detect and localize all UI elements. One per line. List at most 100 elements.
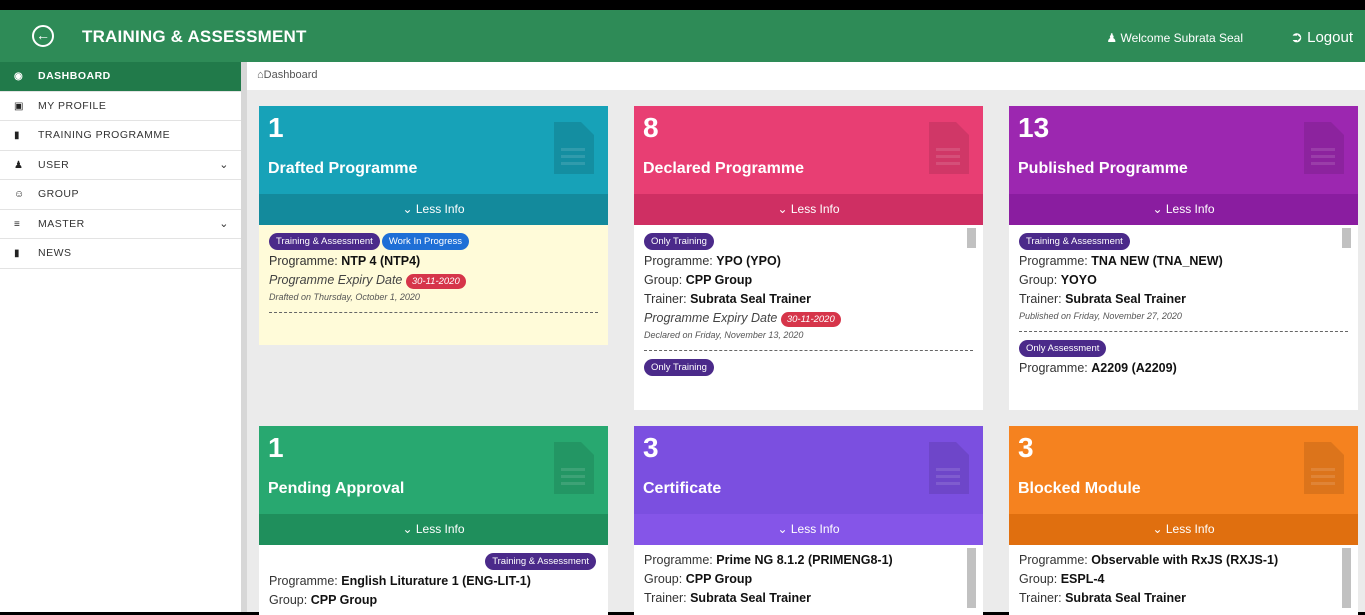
card-count: 13 (1018, 112, 1050, 143)
expiry-label: Programme Expiry Date (644, 311, 778, 325)
group-value: CPP Group (685, 273, 753, 287)
sidebar-item-label: MASTER (38, 217, 85, 230)
group-key: Group: (269, 593, 308, 607)
card-title: Blocked Module (1018, 480, 1141, 497)
less-info-button[interactable]: ⌄ Less Info (259, 514, 608, 545)
trainer-key: Trainer: (644, 292, 687, 306)
trainer-line: Trainer: Subrata Seal Trainer (644, 591, 973, 605)
chevron-down-icon: ⌄ (219, 158, 229, 171)
logout-button[interactable]: ➲ Logout (1290, 28, 1353, 46)
group-value: CPP Group (310, 593, 378, 607)
document-icon (1304, 122, 1344, 174)
trainer-line: Trainer: Subrata Seal Trainer (1019, 292, 1348, 306)
card-header: 3 Blocked Module (1009, 426, 1358, 514)
sidebar-item-label: TRAINING PROGRAMME (38, 129, 171, 141)
logout-label: Logout (1307, 29, 1353, 46)
scrollbar[interactable] (1342, 548, 1351, 608)
less-info-label: Less Info (415, 202, 465, 216)
user-icon: ♟ (1106, 31, 1121, 45)
scrollbar[interactable] (967, 548, 976, 608)
trainer-key: Trainer: (1019, 292, 1062, 306)
status-badge: Work In Progress (381, 233, 470, 250)
sidebar-item-training-programme[interactable]: ▮ TRAINING PROGRAMME (0, 121, 241, 151)
programme-line: Programme: Observable with RxJS (RXJS-1) (1019, 553, 1348, 567)
group-key: Group: (644, 273, 683, 287)
document-icon (929, 442, 969, 494)
back-circle-icon[interactable]: ← (32, 25, 54, 47)
scrollbar[interactable] (1342, 228, 1351, 248)
programme-key: Programme: (644, 254, 713, 268)
breadcrumb-dashboard[interactable]: Dashboard (264, 69, 318, 81)
card-declared-programme: 8 Declared Programme ⌄ Less Info Only Tr… (634, 106, 983, 410)
main-content: ⌂Dashboard 1 Drafted Programme ⌄ Less In… (247, 62, 1365, 615)
scrollbar[interactable] (967, 228, 976, 248)
expiry-date-badge: 30-11-2020 (780, 312, 841, 327)
card-header: 1 Pending Approval (259, 426, 608, 514)
programme-key: Programme: (269, 254, 338, 268)
programme-value: Prime NG 8.1.2 (PRIMENG8-1) (716, 553, 893, 567)
programme-line: Programme: Prime NG 8.1.2 (PRIMENG8-1) (644, 553, 973, 567)
trainer-key: Trainer: (644, 591, 687, 605)
group-key: Group: (644, 572, 683, 586)
divider (644, 350, 973, 351)
card-header: 1 Drafted Programme (259, 106, 608, 194)
group-line: Group: CPP Group (644, 273, 973, 287)
trainer-value: Subrata Seal Trainer (1065, 591, 1186, 605)
briefcase-icon: ▣ (14, 100, 24, 112)
drafted-note: Drafted on Thursday, October 1, 2020 (269, 292, 420, 302)
card-body: Only Training Programme: YPO (YPO) Group… (634, 225, 983, 410)
card-count: 8 (643, 112, 659, 143)
card-header: 8 Declared Programme (634, 106, 983, 194)
type-badge: Training & Assessment (269, 233, 380, 250)
group-line: Group: CPP Group (644, 572, 973, 586)
sidebar-item-news[interactable]: ▮ NEWS (0, 239, 241, 269)
sidebar-item-dashboard[interactable]: ◉ DASHBOARD (0, 62, 241, 92)
less-info-button[interactable]: ⌄ Less Info (259, 194, 608, 225)
programme-value: YPO (YPO) (716, 254, 781, 268)
programme-value: TNA NEW (TNA_NEW) (1091, 254, 1223, 268)
card-body: Training & Assessment Programme: English… (259, 545, 608, 615)
sidebar-item-master[interactable]: ≡ MASTER ⌄ (0, 210, 241, 239)
card-body: Programme: Observable with RxJS (RXJS-1)… (1009, 545, 1358, 615)
file-icon: ▮ (14, 248, 21, 259)
programme-key: Programme: (269, 574, 338, 588)
sidebar-item-user[interactable]: ♟ USER ⌄ (0, 151, 241, 180)
trainer-value: Subrata Seal Trainer (690, 292, 811, 306)
card-certificate: 3 Certificate ⌄ Less Info Programme: Pri… (634, 426, 983, 615)
less-info-button[interactable]: ⌄ Less Info (1009, 194, 1358, 225)
less-info-label: Less Info (415, 522, 465, 536)
card-header: 13 Published Programme (1009, 106, 1358, 194)
sidebar-item-my-profile[interactable]: ▣ MY PROFILE (0, 92, 241, 121)
less-info-button[interactable]: ⌄ Less Info (634, 194, 983, 225)
type-badge: Only Assessment (1019, 340, 1107, 357)
top-bar: ← TRAINING & ASSESSMENT ♟ Welcome Subrat… (0, 10, 1365, 62)
divider (1019, 331, 1348, 332)
card-title: Drafted Programme (268, 160, 418, 177)
divider (269, 312, 598, 313)
less-info-button[interactable]: ⌄ Less Info (634, 514, 983, 545)
trainer-value: Subrata Seal Trainer (1065, 292, 1186, 306)
less-info-button[interactable]: ⌄ Less Info (1009, 514, 1358, 545)
chevron-down-icon: ⌄ (402, 202, 416, 216)
group-key: Group: (1019, 273, 1058, 287)
programme-key: Programme: (644, 553, 713, 567)
card-blocked-module: 3 Blocked Module ⌄ Less Info Programme: … (1009, 426, 1358, 615)
breadcrumb: ⌂Dashboard (247, 62, 1365, 90)
card-published-programme: 13 Published Programme ⌄ Less Info Train… (1009, 106, 1358, 410)
programme-key: Programme: (1019, 254, 1088, 268)
group-icon: ☺ (14, 189, 25, 200)
chevron-down-icon: ⌄ (219, 217, 229, 230)
type-badge: Only Training (644, 359, 714, 376)
programme-value: A2209 (A2209) (1091, 361, 1177, 375)
file-icon: ▮ (14, 130, 21, 141)
list-icon: ≡ (14, 218, 21, 230)
card-count: 3 (643, 432, 659, 463)
less-info-label: Less Info (1165, 202, 1215, 216)
trainer-line: Trainer: Subrata Seal Trainer (1019, 591, 1348, 605)
programme-line: Programme: YPO (YPO) (644, 254, 973, 268)
sidebar-item-group[interactable]: ☺ GROUP (0, 180, 241, 210)
group-value: YOYO (1060, 273, 1097, 287)
group-line: Group: ESPL-4 (1019, 572, 1348, 586)
programme-key: Programme: (1019, 553, 1088, 567)
chevron-down-icon: ⌄ (777, 202, 791, 216)
